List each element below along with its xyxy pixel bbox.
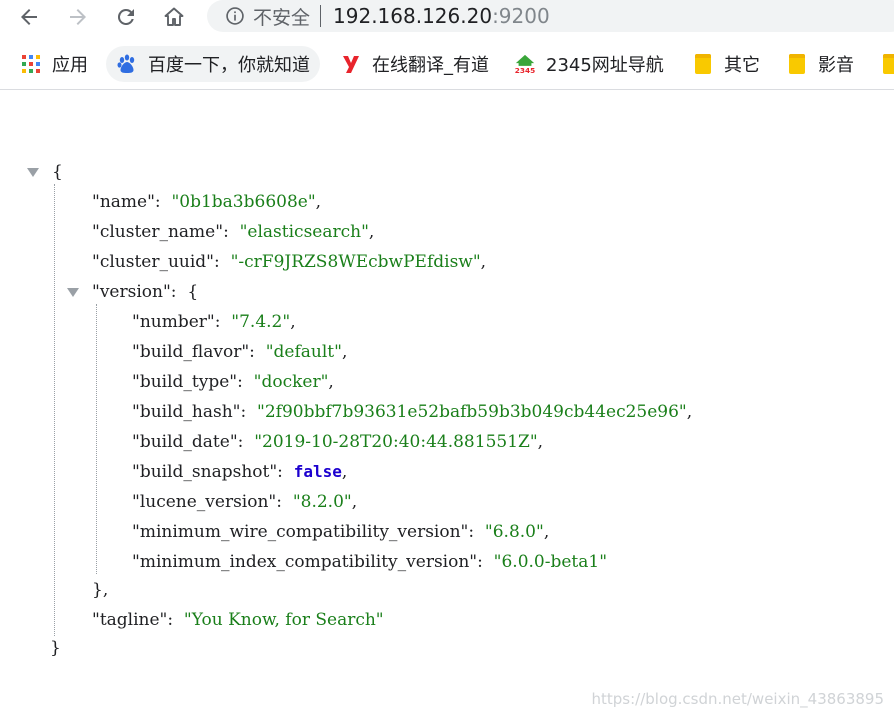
bookmark-label: 其它 bbox=[724, 55, 760, 76]
root-close-brace: } bbox=[50, 638, 61, 658]
forward-arrow-icon bbox=[70, 9, 86, 25]
2345-house-icon: 2345 bbox=[514, 53, 536, 75]
bookmark-baidu[interactable]: 百度一下，你就知道 bbox=[106, 46, 320, 82]
version-entry-min-wire-compat: "minimum_wire_compatibility_version": "6… bbox=[132, 522, 550, 542]
bookmark-label: 在线翻译_有道 bbox=[372, 55, 489, 76]
version-entry-build-date: "build_date": "2019-10-28T20:40:44.88155… bbox=[132, 432, 544, 452]
version-entry-build-hash: "build_hash": "2f90bbf7b93631e52bafb59b3… bbox=[132, 402, 693, 422]
reload-button[interactable] bbox=[111, 2, 141, 32]
home-icon bbox=[164, 7, 184, 26]
root-open-brace: { bbox=[52, 162, 63, 182]
omnibox-divider bbox=[320, 5, 322, 27]
baidu-paw-icon bbox=[116, 53, 138, 75]
version-entry-build-flavor: "build_flavor": "default", bbox=[132, 342, 348, 362]
collapse-root-toggle[interactable] bbox=[27, 168, 39, 177]
bookmarks-bar: 应用 百度一下，你就知道 在线翻译_有道 2345 2345网址导航 其它 影音 bbox=[0, 40, 894, 90]
home-button[interactable] bbox=[159, 2, 189, 32]
info-icon[interactable] bbox=[225, 6, 245, 26]
root-indent-guide bbox=[54, 184, 55, 636]
bookmark-label: 影音 bbox=[818, 55, 854, 76]
version-entry-min-index-compat: "minimum_index_compatibility_version": "… bbox=[132, 552, 608, 572]
bookmark-label: 应用 bbox=[52, 55, 88, 76]
url-host[interactable]: 192.168.126.20 bbox=[333, 4, 492, 28]
bookmark-folder-other[interactable]: 其它 bbox=[692, 46, 760, 82]
version-entry-number: "number": "7.4.2", bbox=[132, 312, 296, 332]
json-entry-cluster-name: "cluster_name": "elasticsearch", bbox=[92, 222, 375, 242]
folder-icon bbox=[692, 53, 714, 75]
browser-toolbar: 不安全 192.168.126.20 :9200 bbox=[0, 0, 894, 36]
forward-button[interactable] bbox=[63, 2, 93, 32]
bookmark-folder-media[interactable]: 影音 bbox=[786, 46, 854, 82]
bookmark-apps[interactable]: 应用 bbox=[20, 46, 88, 82]
version-entry-build-snapshot: "build_snapshot": false, bbox=[132, 462, 348, 482]
csdn-watermark: https://blog.csdn.net/weixin_43863895 bbox=[591, 690, 884, 708]
bookmark-youdao[interactable]: 在线翻译_有道 bbox=[340, 46, 489, 82]
reload-icon bbox=[117, 8, 134, 25]
version-entry-lucene-version: "lucene_version": "8.2.0", bbox=[132, 492, 358, 512]
json-viewer: { "name": "0b1ba3b6608e", "cluster_name"… bbox=[0, 90, 894, 716]
json-entry-cluster-uuid: "cluster_uuid": "-crF9JRZS8WEcbwPEfdisw"… bbox=[92, 252, 487, 272]
bookmark-folder-overflow[interactable] bbox=[880, 46, 894, 82]
back-button[interactable] bbox=[14, 2, 44, 32]
folder-icon bbox=[880, 53, 894, 75]
version-close-brace: }, bbox=[92, 580, 109, 600]
version-indent-guide bbox=[96, 304, 97, 574]
bookmark-2345[interactable]: 2345 2345网址导航 bbox=[514, 46, 664, 82]
json-entry-name: "name": "0b1ba3b6608e", bbox=[92, 192, 322, 212]
apps-grid-icon bbox=[20, 53, 42, 75]
url-port[interactable]: :9200 bbox=[492, 4, 550, 28]
youdao-icon bbox=[340, 53, 362, 75]
back-arrow-icon bbox=[21, 9, 37, 25]
folder-icon bbox=[786, 53, 808, 75]
version-entry-build-type: "build_type": "docker", bbox=[132, 372, 334, 392]
bookmark-label: 百度一下，你就知道 bbox=[148, 55, 310, 76]
collapse-version-toggle[interactable] bbox=[67, 288, 79, 297]
svg-text:2345: 2345 bbox=[515, 66, 535, 75]
security-label[interactable]: 不安全 bbox=[253, 3, 310, 30]
json-entry-version: "version": { bbox=[92, 282, 199, 302]
bookmark-label: 2345网址导航 bbox=[546, 55, 664, 76]
json-entry-tagline: "tagline": "You Know, for Search" bbox=[92, 610, 384, 630]
address-bar[interactable]: 不安全 192.168.126.20 :9200 bbox=[207, 0, 894, 32]
